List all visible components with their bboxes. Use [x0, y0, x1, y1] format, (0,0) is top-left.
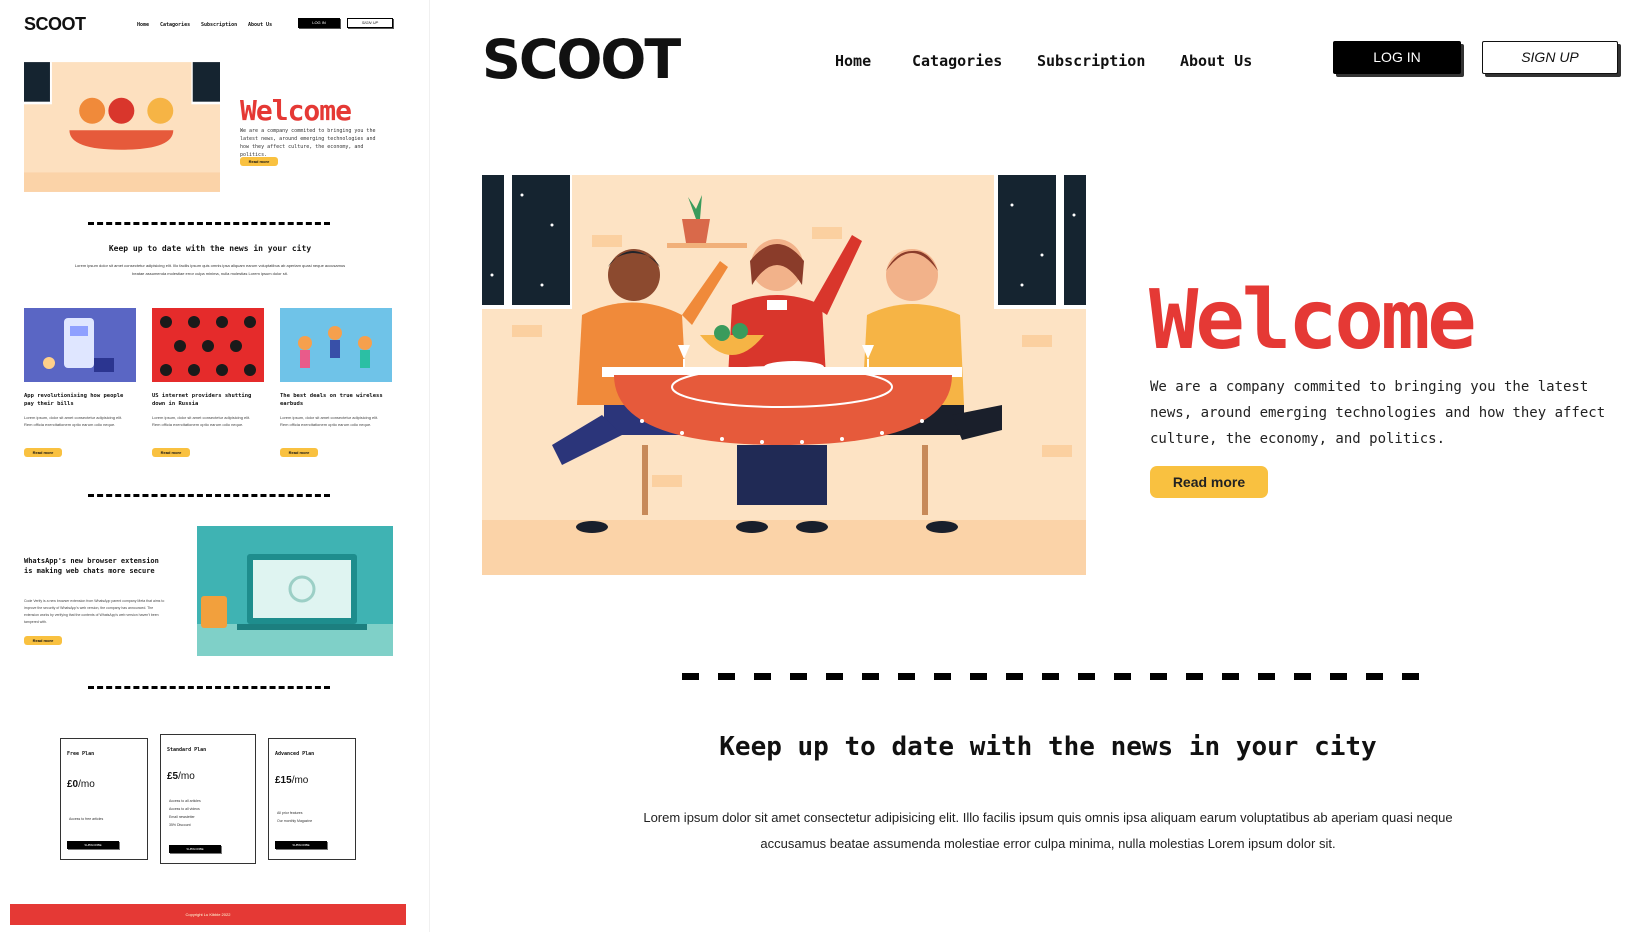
plan-subscribe-button[interactable]: SUBSCRIBE [67, 841, 119, 849]
thumb-feature-body: Code Verify is a new browser extension f… [24, 599, 165, 624]
welcome-title: Welcome [1149, 273, 1477, 368]
news-section-text: Lorem ipsum dolor sit amet consectetur a… [643, 810, 1453, 851]
plan-price: £15/mo [275, 775, 309, 786]
login-button[interactable]: LOG IN [1333, 41, 1461, 74]
plan-feature: 35% Discount [169, 823, 191, 827]
plan-feature: Our monthly Magazine [277, 819, 313, 823]
welcome-description: We are a company commited to bringing yo… [1150, 379, 1606, 447]
thumb-card-3-body: Lorem ipsum, dolor sit amet consectetur … [280, 415, 379, 427]
thumb-footer: Copyright Lu Kibble 2022 [10, 904, 406, 925]
read-more-button[interactable]: Read more [1150, 466, 1268, 498]
thumb-card-3-title: The best deals on true wireless earbuds [280, 393, 383, 407]
thumb-card-3-read-more[interactable]: Read more [280, 448, 318, 457]
plan-feature: Access to free articles [69, 817, 104, 821]
page-thumbnail: SCOOT Home Catagories Subscription About… [0, 0, 430, 932]
thumb-hero-read-more[interactable]: Read more [240, 157, 278, 166]
thumb-signup-button[interactable]: SIGN UP [347, 18, 393, 28]
news-section-title: Keep up to date with the news in your ci… [719, 732, 1377, 762]
thumb-nav-subscription[interactable]: Subscription [201, 22, 237, 28]
thumb-card-2-image [152, 308, 264, 382]
section-divider [682, 673, 1426, 680]
thumb-feature-read-more[interactable]: Read more [24, 636, 62, 645]
thumb-card-1-read-more[interactable]: Read more [24, 448, 62, 457]
thumb-card-2-body: Lorem ipsum, dolor sit amet consectetur … [152, 415, 251, 427]
plan-feature: Email newsletter [169, 815, 195, 819]
hero-illustration [482, 175, 1086, 575]
plan-subscribe-button[interactable]: SUBSCRIBE [169, 845, 221, 853]
thumb-news-heading: Keep up to date with the news in your ci… [108, 244, 312, 253]
plan-feature: All prior features [277, 811, 303, 815]
thumb-news-text: Lorem ipsum dolor sit amet consectetur a… [74, 263, 346, 276]
plan-name: Free Plan [67, 751, 95, 757]
plan-subscribe-button[interactable]: SUBSCRIBE [275, 841, 327, 849]
plan-name: Advanced Plan [275, 751, 315, 757]
nav-home[interactable]: Home [835, 52, 871, 70]
thumb-plan-advanced: Advanced Plan £15/mo All prior features … [268, 738, 356, 860]
thumb-logo: SCOOT [24, 14, 86, 34]
thumb-plan-free: Free Plan £0/mo Access to free articles … [60, 738, 148, 860]
signup-button[interactable]: SIGN UP [1482, 41, 1618, 74]
thumb-plan-standard: Standard Plan £5/mo Access to all articl… [160, 734, 256, 864]
thumb-divider-1 [88, 222, 330, 225]
thumb-welcome-title: Welcome [240, 94, 352, 127]
thumb-card-2-read-more[interactable]: Read more [152, 448, 190, 457]
thumb-card-1-title: App revolutionising how people pay their… [24, 393, 124, 407]
thumb-nav-about[interactable]: About Us [248, 22, 272, 28]
plan-price: £0/mo [67, 779, 95, 790]
thumb-nav-categories[interactable]: Catagories [160, 22, 190, 28]
plan-feature: Access to all articles [169, 799, 201, 803]
thumb-hero-illustration [24, 62, 220, 192]
nav-categories[interactable]: Catagories [912, 52, 1002, 70]
thumb-card-1-body: Lorem ipsum, dolor sit amet consectetur … [24, 415, 123, 427]
thumb-feature-title: WhatsApp's new browser extension is maki… [24, 557, 159, 575]
plan-feature: Access to all videos [169, 807, 200, 811]
thumb-divider-2 [88, 494, 330, 497]
site-logo[interactable]: SCOOT [482, 28, 681, 91]
nav-subscription[interactable]: Subscription [1037, 52, 1145, 70]
thumb-divider-3 [88, 686, 330, 689]
thumb-hero-text: We are a company commited to bringing yo… [240, 128, 376, 158]
nav-about-us[interactable]: About Us [1180, 52, 1252, 70]
plan-price: £5/mo [167, 771, 195, 782]
plan-name: Standard Plan [167, 747, 207, 753]
thumb-card-2-title: US internet providers shutting down in R… [152, 393, 252, 407]
thumb-login-button[interactable]: LOG IN [298, 18, 340, 28]
thumb-feature-image [197, 526, 393, 656]
thumb-card-3-image [280, 308, 392, 382]
thumb-card-1-image [24, 308, 136, 382]
thumb-nav-home[interactable]: Home [137, 22, 149, 28]
